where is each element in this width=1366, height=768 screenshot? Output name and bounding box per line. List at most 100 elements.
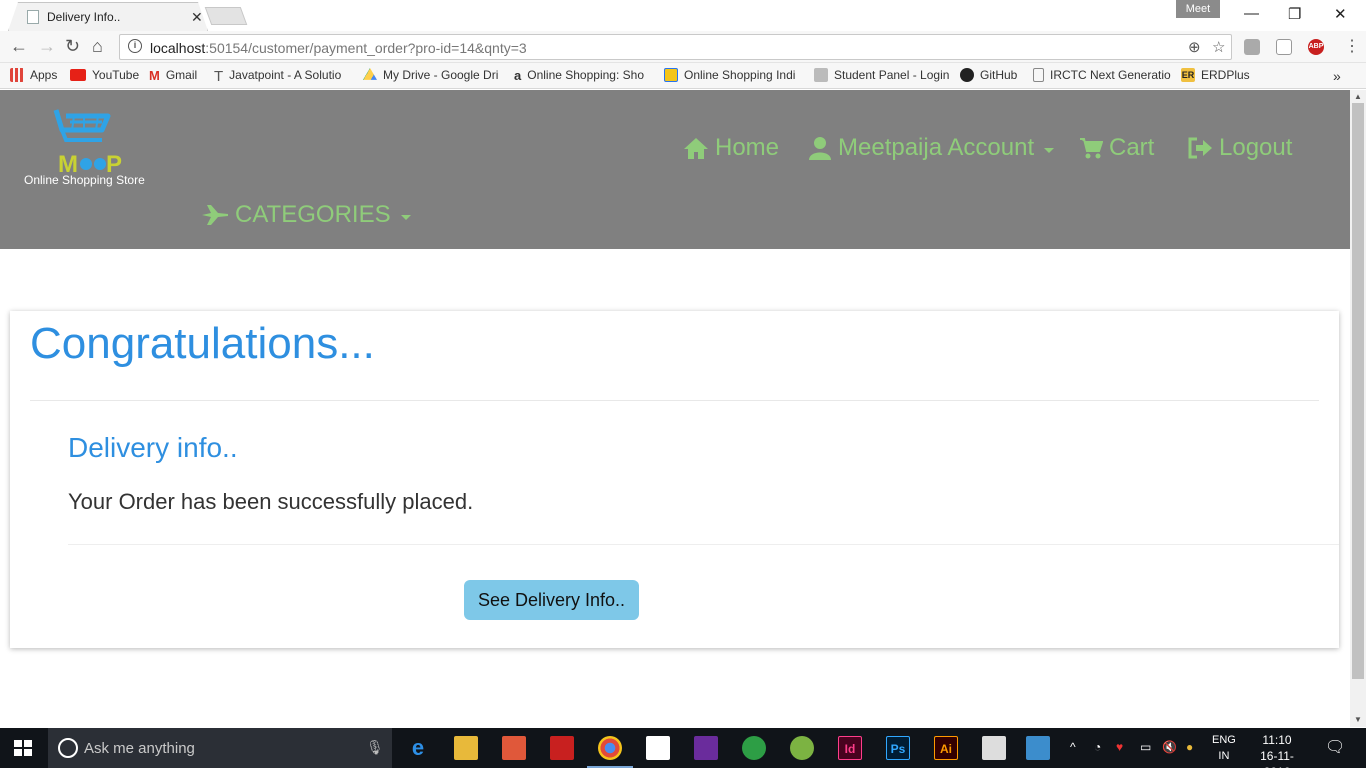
zoom-icon[interactable]: ⊕ (1188, 38, 1201, 56)
media-app-icon[interactable] (982, 736, 1006, 760)
nav-logout-link[interactable]: Logout (1187, 134, 1292, 162)
bookmarks-bar: Apps YouTube M Gmail T Javatpoint - A So… (0, 63, 1366, 89)
cart-icon (1080, 138, 1103, 159)
browser-toolbar: ← → ↻ ⌂ i localhost:50154/customer/payme… (0, 31, 1366, 63)
bookmark-apps[interactable]: Apps (10, 68, 57, 82)
logout-icon (1188, 137, 1212, 159)
bookmark-student-panel[interactable]: Student Panel - Login (814, 68, 949, 82)
speaker-muted-icon[interactable]: 🔇 (1162, 740, 1177, 754)
adblock-icon[interactable]: ABP (1308, 39, 1324, 55)
battery-icon[interactable]: ▭ (1140, 740, 1151, 754)
android-studio-icon[interactable] (790, 736, 814, 760)
system-clock[interactable]: 11:10 16-11-2016 (1255, 732, 1299, 768)
more-bookmarks-icon[interactable]: » (1333, 68, 1341, 84)
extension-cube-icon[interactable] (1276, 39, 1292, 55)
reader-icon[interactable] (550, 736, 574, 760)
erdplus-icon: ER (1181, 68, 1195, 82)
tab-title: Delivery Info.. (47, 10, 121, 24)
microphone-icon[interactable]: 🎙 (366, 739, 384, 756)
bookmark-erdplus[interactable]: ER ERDPlus (1181, 68, 1250, 82)
windows-taskbar: Ask me anything 🎙 e Id Ps Ai ^ ◔ ♥ ▭ 🔇 ●… (0, 728, 1366, 768)
amazon-icon: a (514, 68, 522, 83)
site-navbar: M P Online Shopping Store Home Meetpaija… (0, 90, 1350, 249)
bookmark-gmail[interactable]: M Gmail (149, 68, 197, 83)
photoshop-icon[interactable]: Ps (886, 736, 910, 760)
chevron-down-icon (400, 214, 411, 220)
nav-cart-link[interactable]: Cart (1079, 134, 1154, 162)
success-message: Your Order has been successfully placed. (68, 489, 474, 514)
chrome-icon[interactable] (598, 736, 622, 760)
bookmark-google-drive[interactable]: My Drive - Google Dri (363, 68, 498, 82)
home-icon (684, 138, 708, 159)
url-text[interactable]: localhost:50154/customer/payment_order?p… (150, 40, 527, 56)
nav-categories-dropdown[interactable]: CATEGORIES (201, 201, 411, 229)
file-explorer-icon[interactable] (454, 736, 478, 760)
windows-start-icon[interactable] (14, 740, 32, 756)
home-icon[interactable]: ⌂ (92, 36, 103, 57)
page-title: Congratulations... (30, 319, 375, 368)
new-tab-button[interactable] (204, 7, 248, 25)
divider (68, 544, 1339, 545)
visual-studio-icon[interactable] (694, 736, 718, 760)
language-indicator[interactable]: ENG IN (1212, 732, 1236, 764)
bookmark-javatpoint[interactable]: T Javatpoint - A Solutio (214, 68, 341, 85)
page-icon (27, 10, 39, 24)
notifications-icon[interactable]: 🗨 (1325, 737, 1345, 757)
javatpoint-icon: T (214, 68, 224, 85)
indesign-icon[interactable]: Id (838, 736, 862, 760)
reload-icon[interactable]: ↻ (65, 36, 80, 57)
student-panel-icon (814, 68, 828, 82)
weather-icon[interactable]: ● (1186, 740, 1193, 754)
show-hidden-icons-icon[interactable]: ^ (1070, 740, 1076, 754)
scroll-down-icon[interactable]: ▼ (1354, 715, 1362, 724)
edge-icon[interactable]: e (406, 736, 430, 760)
bookmark-amazon[interactable]: a Online Shopping: Sho (514, 68, 644, 83)
browser-titlebar: Delivery Info.. ✕ Meet — ❐ ✕ (0, 0, 1366, 31)
apps-grid-icon (10, 68, 24, 82)
photos-icon[interactable] (1026, 736, 1050, 760)
youtube-icon (70, 69, 86, 81)
back-icon[interactable]: ← (10, 36, 28, 57)
download-manager-icon[interactable] (742, 736, 766, 760)
bookmark-flipkart[interactable]: Online Shopping Indi (664, 68, 795, 82)
address-bar[interactable]: i localhost:50154/customer/payment_order… (119, 34, 1232, 60)
divider (30, 400, 1319, 401)
wifi-icon[interactable]: ◔ (1094, 740, 1101, 754)
bookmark-github[interactable]: GitHub (960, 68, 1017, 82)
close-window-icon[interactable]: ✕ (1334, 5, 1347, 23)
maximize-icon[interactable]: ❐ (1288, 5, 1301, 23)
user-icon (809, 137, 831, 160)
logo-tagline: Online Shopping Store (24, 173, 145, 187)
store-icon[interactable] (646, 736, 670, 760)
search-placeholder: Ask me anything (84, 740, 195, 757)
page-scrollbar[interactable]: ▲ ▼ (1350, 90, 1366, 727)
order-confirmation-card: Congratulations... Delivery info.. Your … (10, 311, 1339, 648)
profile-button[interactable]: Meet (1176, 0, 1220, 18)
section-title: Delivery info.. (68, 432, 238, 463)
scrollbar-thumb[interactable] (1352, 103, 1364, 679)
see-delivery-info-button[interactable]: See Delivery Info.. (464, 580, 639, 620)
bookmark-star-icon[interactable]: ☆ (1212, 38, 1225, 56)
scroll-up-icon[interactable]: ▲ (1354, 92, 1362, 101)
illustrator-icon[interactable]: Ai (934, 736, 958, 760)
bookmark-youtube[interactable]: YouTube (70, 68, 139, 82)
cortana-icon (58, 738, 78, 758)
nav-account-dropdown[interactable]: Meetpaija Account (808, 134, 1055, 162)
close-tab-icon[interactable]: ✕ (191, 9, 203, 26)
plane-icon (202, 205, 228, 225)
menu-icon[interactable]: ⋮ (1344, 36, 1360, 56)
cortana-search-box[interactable]: Ask me anything 🎙 (48, 728, 392, 768)
monitor-icon[interactable]: ♥ (1116, 740, 1123, 754)
nav-home-link[interactable]: Home (683, 134, 779, 162)
forward-icon[interactable]: → (38, 36, 56, 57)
chevron-down-icon (1044, 147, 1055, 153)
app-icon[interactable] (502, 736, 526, 760)
page-icon (1033, 68, 1044, 82)
flipkart-icon (664, 68, 678, 82)
info-icon[interactable]: i (128, 39, 142, 53)
minimize-icon[interactable]: — (1244, 5, 1259, 22)
bookmark-irctc[interactable]: IRCTC Next Generatio (1033, 68, 1171, 82)
github-icon (960, 68, 974, 82)
browser-tab[interactable]: Delivery Info.. ✕ (8, 2, 208, 31)
extension-icon[interactable] (1244, 39, 1260, 55)
